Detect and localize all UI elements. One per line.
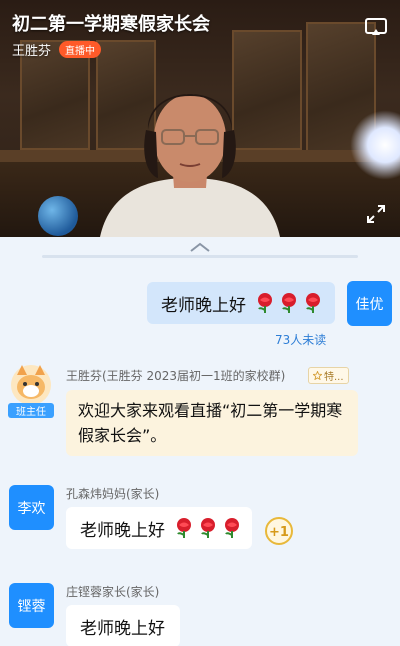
host-name: 王胜芬 (12, 44, 52, 59)
emoji-group (252, 292, 324, 314)
sender-name: 庄铿蓉家长(家长) (66, 585, 160, 599)
svg-text:+1: +1 (269, 525, 289, 540)
self-avatar[interactable]: 佳优 (347, 281, 392, 326)
message-bubble[interactable]: 老师晚上好 (66, 605, 180, 646)
message-text: 欢迎大家来观看直播“初二第一学期寒假家长会”。 (78, 401, 343, 445)
divider (42, 255, 358, 258)
emoji-group (171, 517, 243, 539)
presenter-figure (100, 94, 280, 237)
sender-avatar[interactable]: 铿蓉 (9, 583, 54, 628)
group-tag-label: 特... (324, 372, 344, 383)
pip-icon[interactable] (365, 18, 387, 36)
self-message-bubble[interactable]: 老师晚上好 (147, 282, 335, 324)
unread-count[interactable]: 73人未读 (275, 331, 326, 348)
notice-message-bubble[interactable]: 欢迎大家来观看直播“初二第一学期寒假家长会”。 (66, 390, 358, 456)
rose-icon (225, 518, 239, 538)
fullscreen-icon[interactable] (366, 204, 386, 224)
chat-list[interactable]: 老师晚上好 佳优 73人未读 班主任 王胜芬(王胜芬 2023届初一1班的家校群… (0, 263, 400, 646)
message-bubble[interactable]: 老师晚上好 (66, 507, 252, 549)
group-tag[interactable]: 特... (308, 367, 349, 384)
live-video[interactable]: 初二第一学期寒假家长会 王胜芬 直播中 (0, 0, 400, 237)
rose-icon (201, 518, 215, 538)
message-text: 老师晚上好 (80, 520, 165, 541)
rose-icon (306, 293, 320, 313)
collapse-handle[interactable] (0, 237, 400, 263)
sender-avatar[interactable]: 李欢 (9, 485, 54, 530)
message-text: 老师晚上好 (80, 618, 165, 639)
host-row: 王胜芬 直播中 (12, 40, 102, 59)
sender-name: 王胜芬(王胜芬 2023届初一1班的家校群) (66, 369, 286, 383)
star-icon (313, 371, 322, 380)
rose-icon (177, 518, 191, 538)
role-badge: 班主任 (8, 403, 54, 418)
sender-name: 孔森炜妈妈(家长) (66, 487, 160, 501)
globe-decoration (38, 196, 78, 236)
rose-icon (258, 293, 272, 313)
chevron-up-icon[interactable] (188, 241, 212, 253)
live-status-badge: 直播中 (59, 41, 102, 58)
rose-icon (282, 293, 296, 313)
plus-one-icon[interactable]: +1 (264, 516, 294, 546)
live-title: 初二第一学期寒假家长会 (12, 14, 210, 35)
message-text: 老师晚上好 (161, 295, 246, 316)
